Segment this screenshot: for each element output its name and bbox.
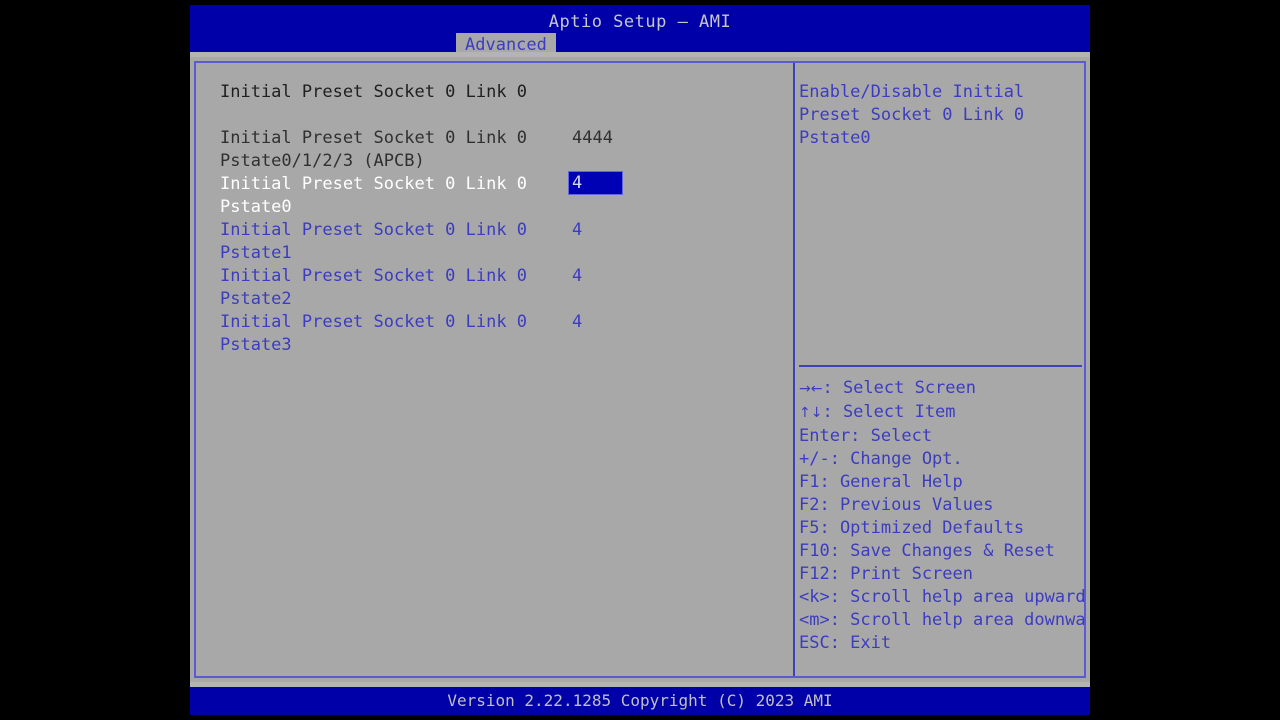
key-legend-label: : Select Item [822,402,956,422]
key-legend-item: F5: Optimized Defaults [799,517,1084,540]
key-legend-label: F5: Optimized Defaults [799,518,1025,538]
main-frame: Initial Preset Socket 0 Link 0 Initial Pr… [190,57,1090,682]
key-legend-item: F2: Previous Values [799,494,1084,517]
bios-setup-screen: Aptio Setup – AMI Advanced Initial Prese… [0,0,1280,720]
page-title: Aptio Setup – AMI [548,12,732,32]
key-legend-label: <k>: Scroll help area upwards [799,587,1086,607]
arrow-keys-icon: →← [799,381,823,397]
key-legend-label: ESC: Exit [799,633,892,653]
key-legend-item: F10: Save Changes & Reset [799,540,1084,563]
option-label: Initial Preset Socket 0 Link 0 Pstate3 [220,312,538,355]
help-divider [799,365,1082,367]
option-value: 4 [572,266,583,286]
key-legend-label: F12: Print Screen [799,564,973,584]
key-legend-label: <m>: Scroll help area downwards [799,610,1086,630]
help-description: Enable/Disable Initial Preset Socket 0 L… [799,82,1035,148]
option-label: Initial Preset Socket 0 Link 0 Pstate0 [220,174,538,217]
footer-bar: Version 2.22.1285 Copyright (C) 2023 AMI [190,687,1090,715]
key-legend-label: F1: General Help [799,472,963,492]
help-pane: Enable/Disable Initial Preset Socket 0 L… [795,63,1086,676]
key-legend-label: : Select Screen [822,378,976,398]
main-frame-inner: Initial Preset Socket 0 Link 0 Initial Pr… [194,61,1086,678]
title-bar: Aptio Setup – AMI Advanced [190,5,1090,57]
key-legend-item: →←: Select Screen [799,377,1084,401]
key-legend-label: +/-: Change Opt. [799,449,963,469]
key-legend: →←: Select Screen ↑↓: Select Item Enter: S… [799,377,1086,655]
key-legend-label: F2: Previous Values [799,495,994,515]
arrow-keys-icon: ↑↓ [799,405,823,421]
option-label: Initial Preset Socket 0 Link 0 Pstate1 [220,220,538,263]
key-legend-item: <m>: Scroll help area downwards [799,609,1086,632]
option-value: 4444 [572,128,613,148]
key-legend-item: ESC: Exit [799,632,1084,655]
options-list: Initial Preset Socket 0 Link 0 Initial Pr… [196,63,793,676]
key-legend-item: F1: General Help [799,471,1084,494]
key-legend-item: +/-: Change Opt. [799,448,1084,471]
key-legend-item: ↑↓: Select Item [799,401,1084,425]
option-label: Initial Preset Socket 0 Link 0 [220,82,528,102]
option-value-text: 4 [572,173,583,193]
option-label: Initial Preset Socket 0 Link 0 Pstate0/1… [220,128,538,171]
key-legend-label: F10: Save Changes & Reset [799,541,1055,561]
key-legend-item: Enter: Select [799,425,1084,448]
key-legend-item: F12: Print Screen [799,563,1084,586]
key-legend-item: <k>: Scroll help area upwards [799,586,1086,609]
version-label: Version 2.22.1285 Copyright (C) 2023 AMI [447,691,833,710]
option-value: 4 [572,220,583,240]
key-legend-label: Enter: Select [799,426,933,446]
option-value-selected[interactable]: 4 [568,171,623,195]
option-label: Initial Preset Socket 0 Link 0 Pstate2 [220,266,538,309]
option-value: 4 [572,312,583,332]
